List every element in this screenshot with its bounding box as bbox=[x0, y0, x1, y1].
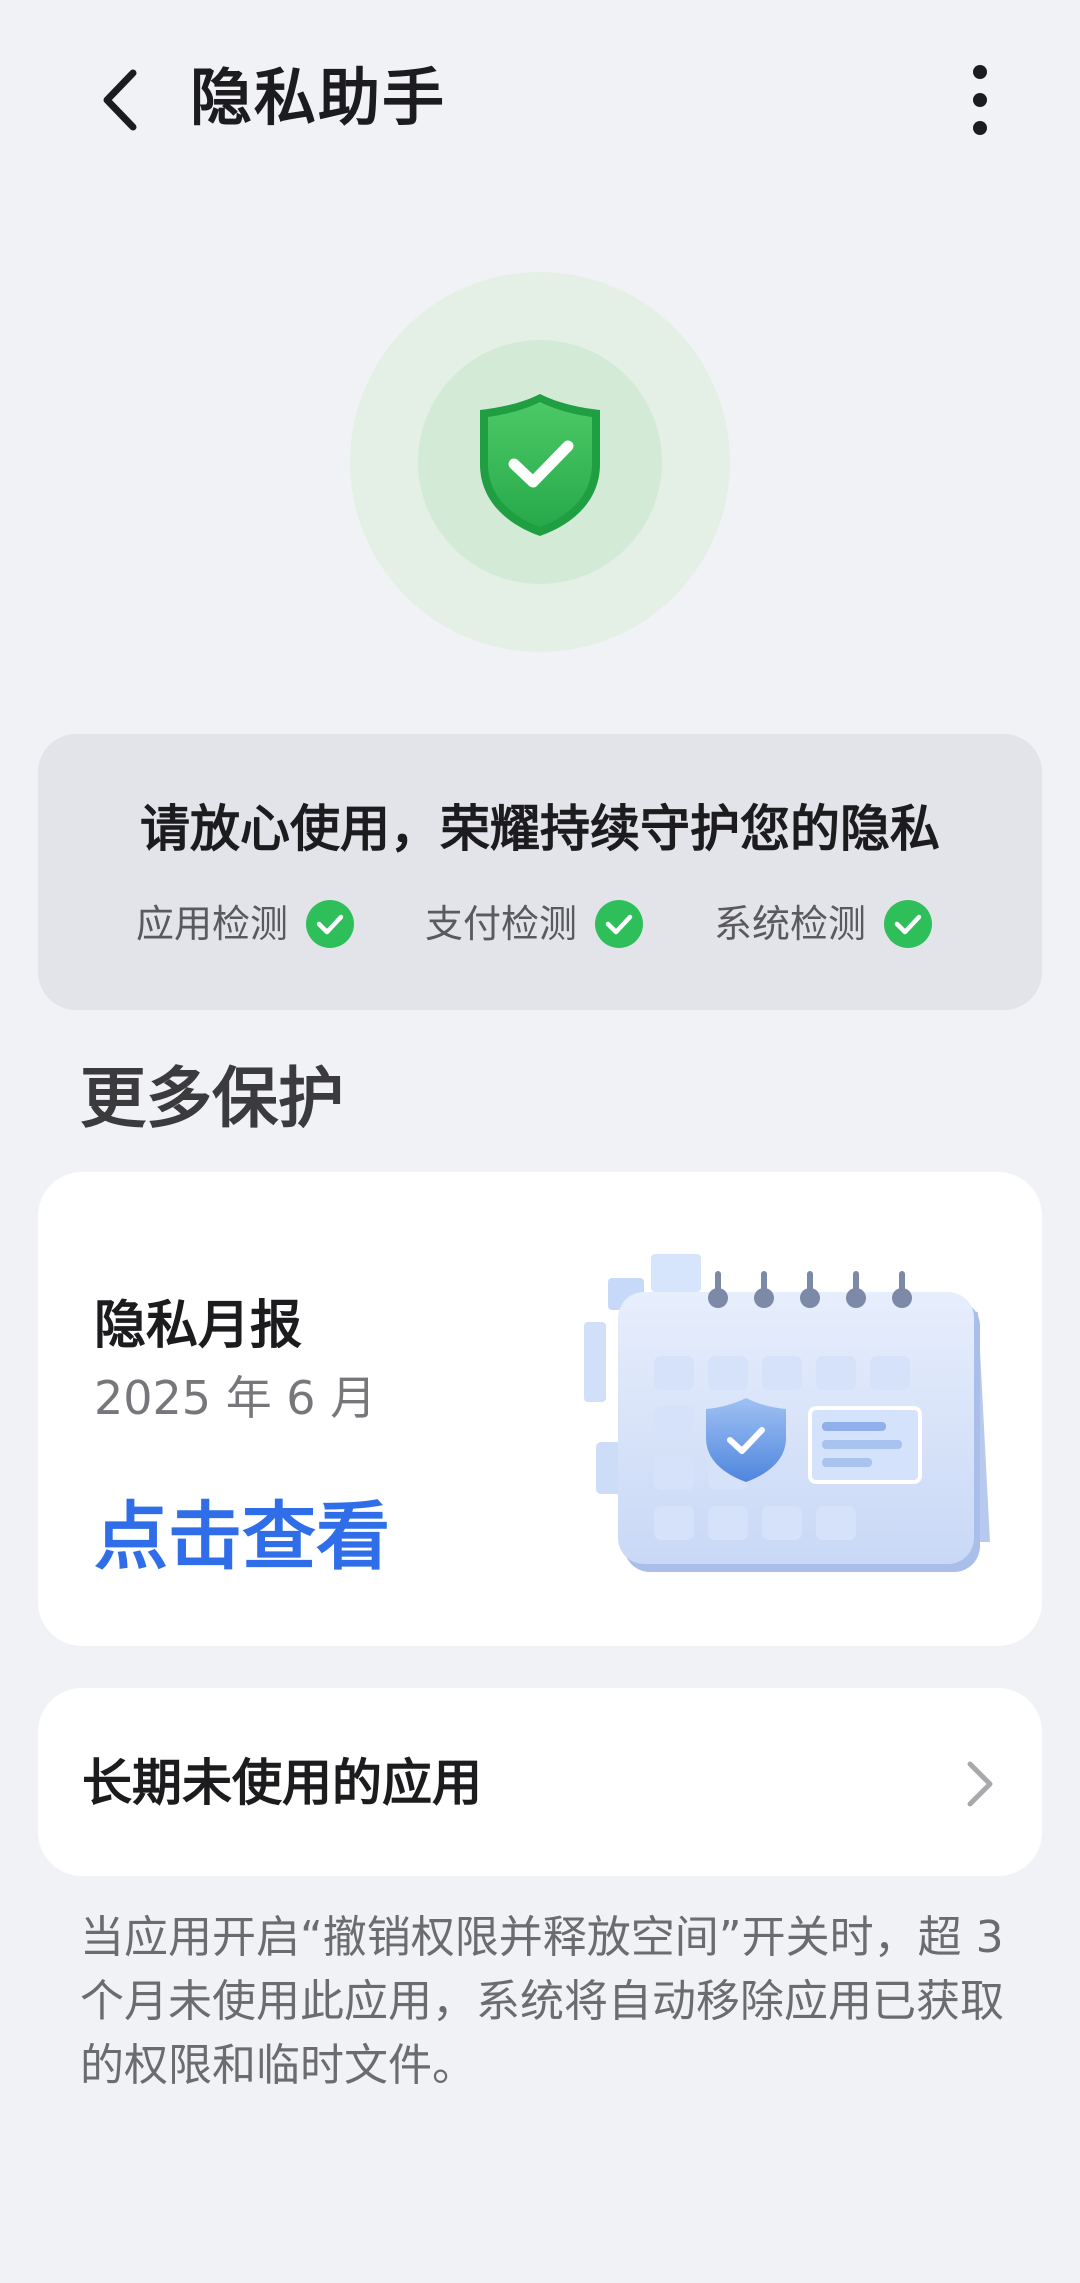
more-options-button[interactable] bbox=[945, 55, 1015, 145]
check-circle-icon bbox=[884, 900, 933, 948]
privacy-status-hero bbox=[350, 272, 730, 652]
check-label: 应用检测 bbox=[136, 902, 289, 946]
calendar-shield-illustration bbox=[584, 1254, 990, 1572]
check-item-payment: 支付检测 bbox=[425, 894, 644, 954]
unused-apps-description: 当应用开启“撤销权限并释放空间”开关时，超 3 个月未使用此应用，系统将自动移除… bbox=[80, 1912, 1004, 2091]
chevron-right-icon bbox=[967, 1761, 993, 1807]
check-label: 支付检测 bbox=[425, 902, 578, 946]
check-circle-icon bbox=[595, 900, 644, 948]
view-report-link[interactable]: 点击查看 bbox=[94, 1492, 390, 1582]
report-date: 2025 年 6 月 bbox=[94, 1371, 377, 1425]
more-vertical-icon bbox=[973, 65, 987, 135]
privacy-status-card: 请放心使用，荣耀持续守护您的隐私 应用检测 支付检测 系统检测 bbox=[38, 734, 1042, 1010]
privacy-monthly-report-card[interactable]: 隐私月报 2025 年 6 月 点击查看 bbox=[38, 1172, 1042, 1646]
report-title: 隐私月报 bbox=[94, 1296, 303, 1356]
shield-check-icon bbox=[480, 394, 600, 536]
check-item-system: 系统检测 bbox=[714, 894, 933, 954]
check-label: 系统检测 bbox=[714, 902, 867, 946]
unused-apps-label: 长期未使用的应用 bbox=[82, 1754, 482, 1812]
unused-apps-row[interactable]: 长期未使用的应用 bbox=[38, 1688, 1042, 1876]
section-title-more-protection: 更多保护 bbox=[80, 1060, 344, 1137]
check-item-app: 应用检测 bbox=[136, 894, 355, 954]
check-circle-icon bbox=[306, 900, 355, 948]
top-app-bar: 隐私助手 bbox=[0, 0, 1080, 200]
status-message: 请放心使用，荣耀持续守护您的隐私 bbox=[140, 800, 940, 858]
chevron-left-icon bbox=[103, 69, 137, 131]
page-title: 隐私助手 bbox=[190, 61, 447, 134]
check-list: 应用检测 支付检测 系统检测 bbox=[38, 894, 1042, 954]
back-button[interactable] bbox=[80, 55, 160, 145]
